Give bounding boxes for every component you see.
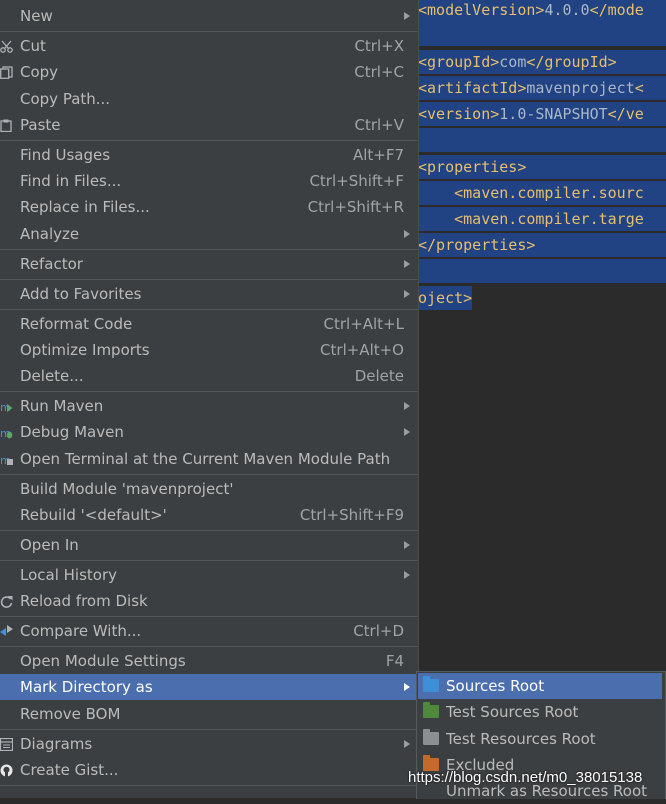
code-line: oject> [418,286,473,310]
menu-separator [0,140,418,141]
menu-item-cut[interactable]: Cut Ctrl+X [0,33,418,59]
menu-separator [0,785,418,786]
menu-item-create-gist[interactable]: Create Gist... [0,757,418,783]
code-line: <maven.compiler.targe [418,207,666,231]
chevron-right-icon [404,541,410,549]
menu-item-new[interactable]: New [0,3,418,29]
menu-item-paste[interactable]: Paste Ctrl+V [0,112,418,138]
code-line: <groupId>com</groupId> [418,50,666,74]
menu-item-mark-directory-as[interactable]: Mark Directory as [0,674,418,700]
menu-separator [0,474,418,475]
code-line [418,22,666,46]
submenu-item-sources-root[interactable]: Sources Root [418,673,662,699]
chevron-right-icon [404,428,410,436]
chevron-right-icon [404,571,410,579]
reload-icon [0,596,13,608]
chevron-right-icon [404,402,410,410]
menu-separator [0,309,418,310]
test-sources-folder-icon [423,702,439,718]
chevron-right-icon [404,260,410,268]
menu-separator [0,249,418,250]
code-line [418,259,666,283]
submenu-item-test-sources-root[interactable]: Test Sources Root [418,699,662,725]
menu-item-optimize-imports[interactable]: Optimize Imports Ctrl+Alt+O [0,337,418,363]
chevron-right-icon [404,290,410,298]
menu-item-refactor[interactable]: Refactor [0,251,418,277]
maven-terminal-icon: m [0,454,13,466]
menu-item-reformat-code[interactable]: Reformat Code Ctrl+Alt+L [0,311,418,337]
scissors-icon [0,40,13,53]
menu-item-local-history[interactable]: Local History [0,562,418,588]
chevron-right-icon [404,740,410,748]
code-line: <version>1.0-SNAPSHOT</ve [418,102,666,126]
submenu-item-test-resources-root[interactable]: Test Resources Root [418,726,662,752]
menu-item-open-module-settings[interactable]: Open Module Settings F4 [0,648,418,674]
compare-icon [0,625,13,636]
menu-item-run-maven[interactable]: m Run Maven [0,393,418,419]
diagram-icon [0,738,13,751]
menu-separator [0,279,418,280]
menu-item-analyze[interactable]: Analyze [0,221,418,247]
menu-separator [0,31,418,32]
chevron-right-icon [404,230,410,238]
menu-item-copy[interactable]: Copy Ctrl+C [0,59,418,85]
menu-item-delete[interactable]: Delete... Delete [0,363,418,389]
chevron-right-icon [404,683,410,691]
menu-item-replace-in-files[interactable]: Replace in Files... Ctrl+Shift+R [0,194,418,220]
code-line: <artifactId>mavenproject< [418,76,666,100]
chevron-right-icon [404,12,410,20]
menu-separator [0,616,418,617]
watermark: https://blog.csdn.net/m0_38015138 [408,769,643,786]
menu-item-remove-bom[interactable]: Remove BOM [0,701,418,727]
menu-separator [0,530,418,531]
clipboard-icon [0,119,12,132]
menu-separator [0,391,418,392]
menu-item-find-in-files[interactable]: Find in Files... Ctrl+Shift+F [0,168,418,194]
code-line: <properties> [418,155,666,179]
menu-item-diagrams[interactable]: Diagrams [0,731,418,757]
menu-item-copy-path[interactable]: Copy Path... [0,86,418,112]
github-icon [0,764,13,777]
test-resources-folder-icon [423,729,439,745]
menu-item-open-terminal[interactable]: m Open Terminal at the Current Maven Mod… [0,446,418,472]
sources-folder-icon [423,676,439,692]
menu-separator [0,729,418,730]
menu-separator [0,560,418,561]
menu-separator [0,646,418,647]
menu-item-debug-maven[interactable]: m Debug Maven [0,419,418,445]
code-line: <modelVersion>4.0.0</mode [418,0,666,22]
menu-item-reload-from-disk[interactable]: Reload from Disk [0,588,418,614]
code-line [418,128,666,152]
context-menu: New Cut Ctrl+X Copy Ctrl+C Copy Path... Pa… [0,0,419,798]
code-line: </properties> [418,233,666,257]
menu-item-add-to-favorites[interactable]: Add to Favorites [0,281,418,307]
menu-item-rebuild[interactable]: Rebuild '<default>' Ctrl+Shift+F9 [0,502,418,528]
menu-item-compare-with[interactable]: Compare With... Ctrl+D [0,618,418,644]
menu-item-open-in[interactable]: Open In [0,532,418,558]
menu-item-find-usages[interactable]: Find Usages Alt+F7 [0,142,418,168]
code-line: <maven.compiler.sourc [418,181,666,205]
maven-debug-icon: m [0,427,13,439]
copy-icon [0,66,13,79]
menu-item-build-module[interactable]: Build Module 'mavenproject' [0,476,418,502]
maven-run-icon: m [0,401,13,413]
